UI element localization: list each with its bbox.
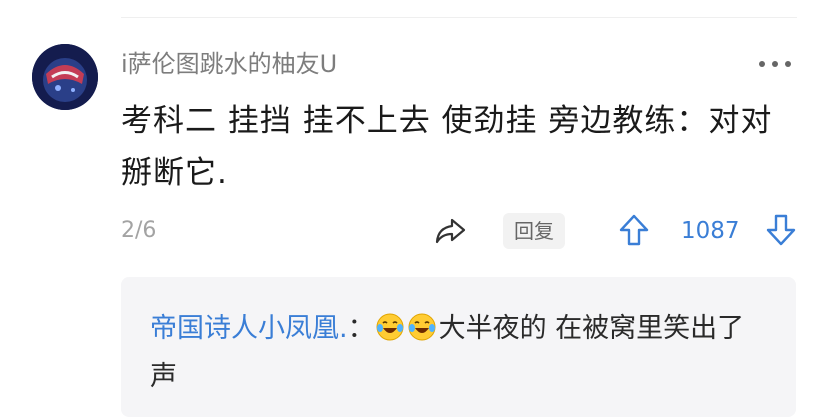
laughing-tears-emoji-icon <box>376 313 404 341</box>
reply-author[interactable]: 帝国诗人小凤凰. <box>150 313 348 344</box>
reply-content: 帝国诗人小凤凰.： 大半夜的 在被窝里笑出了声 <box>150 305 770 401</box>
share-icon[interactable] <box>432 212 468 248</box>
downvote-arrow-icon[interactable] <box>763 212 799 248</box>
vote-count: 1087 <box>681 218 740 244</box>
username[interactable]: i萨伦图跳水的柚友U <box>121 48 337 80</box>
laughing-tears-emoji-icon <box>408 313 436 341</box>
more-options-icon[interactable] <box>757 52 793 76</box>
page-indicator: 2/6 <box>121 218 157 243</box>
avatar[interactable] <box>32 44 98 110</box>
avatar-image <box>32 44 98 110</box>
reply-preview-box[interactable]: 帝国诗人小凤凰.： 大半夜的 在被窝里笑出了声 <box>121 277 796 417</box>
top-divider <box>121 17 797 18</box>
reply-button[interactable]: 回复 <box>503 213 565 249</box>
upvote-arrow-icon[interactable] <box>616 212 652 248</box>
comment-text: 考科二 挂挡 挂不上去 使劲挂 旁边教练：对对掰断它. <box>121 103 773 191</box>
reply-separator: ： <box>347 313 375 344</box>
